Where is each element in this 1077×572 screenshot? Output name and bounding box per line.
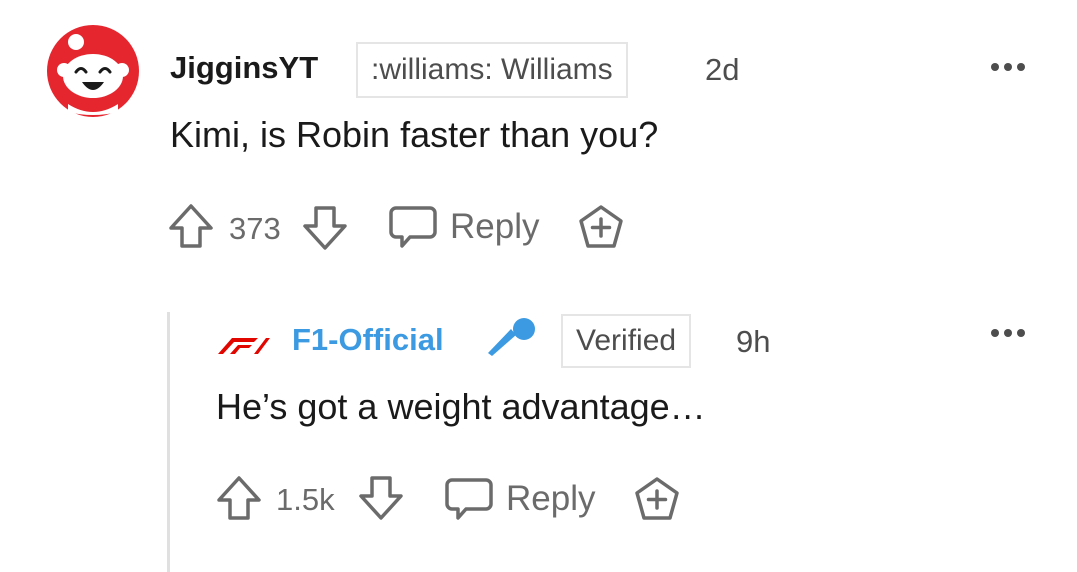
user-flair: :williams: Williams xyxy=(356,42,628,98)
arrow-up-icon[interactable] xyxy=(166,202,216,250)
f1-logo xyxy=(214,332,270,356)
comment-body: He’s got a weight advantage… xyxy=(216,386,706,427)
reply-button[interactable]: Reply xyxy=(444,476,596,522)
reply-label: Reply xyxy=(506,479,596,518)
more-dots-icon[interactable] xyxy=(986,326,1030,340)
reply-comment: F1-Official Verified 9h He’s got a weigh… xyxy=(0,290,1077,572)
comment-body: Kimi, is Robin faster than you? xyxy=(170,114,659,155)
speech-bubble-icon xyxy=(444,476,494,522)
comment-timestamp: 2d xyxy=(705,52,740,87)
arrow-down-icon[interactable] xyxy=(300,204,350,252)
reply-button[interactable]: Reply xyxy=(388,204,540,250)
comment-author[interactable]: JigginsYT xyxy=(170,50,318,86)
more-dots-icon[interactable] xyxy=(986,60,1030,74)
arrow-down-icon[interactable] xyxy=(356,474,406,522)
plus-badge-icon[interactable] xyxy=(632,476,682,522)
microphone-icon xyxy=(484,314,540,362)
speech-bubble-icon xyxy=(388,204,438,250)
comment-timestamp: 9h xyxy=(736,324,771,359)
avatar[interactable] xyxy=(46,24,140,118)
reply-label: Reply xyxy=(450,207,540,246)
arrow-up-icon[interactable] xyxy=(214,474,264,522)
plus-badge-icon[interactable] xyxy=(576,204,626,250)
vote-score: 373 xyxy=(229,211,281,246)
comment-author[interactable]: F1-Official xyxy=(292,322,444,358)
vote-score: 1.5k xyxy=(276,482,335,517)
verified-flair: Verified xyxy=(561,314,692,368)
comment: JigginsYT :williams: Williams 2d Kimi, i… xyxy=(0,0,1077,280)
